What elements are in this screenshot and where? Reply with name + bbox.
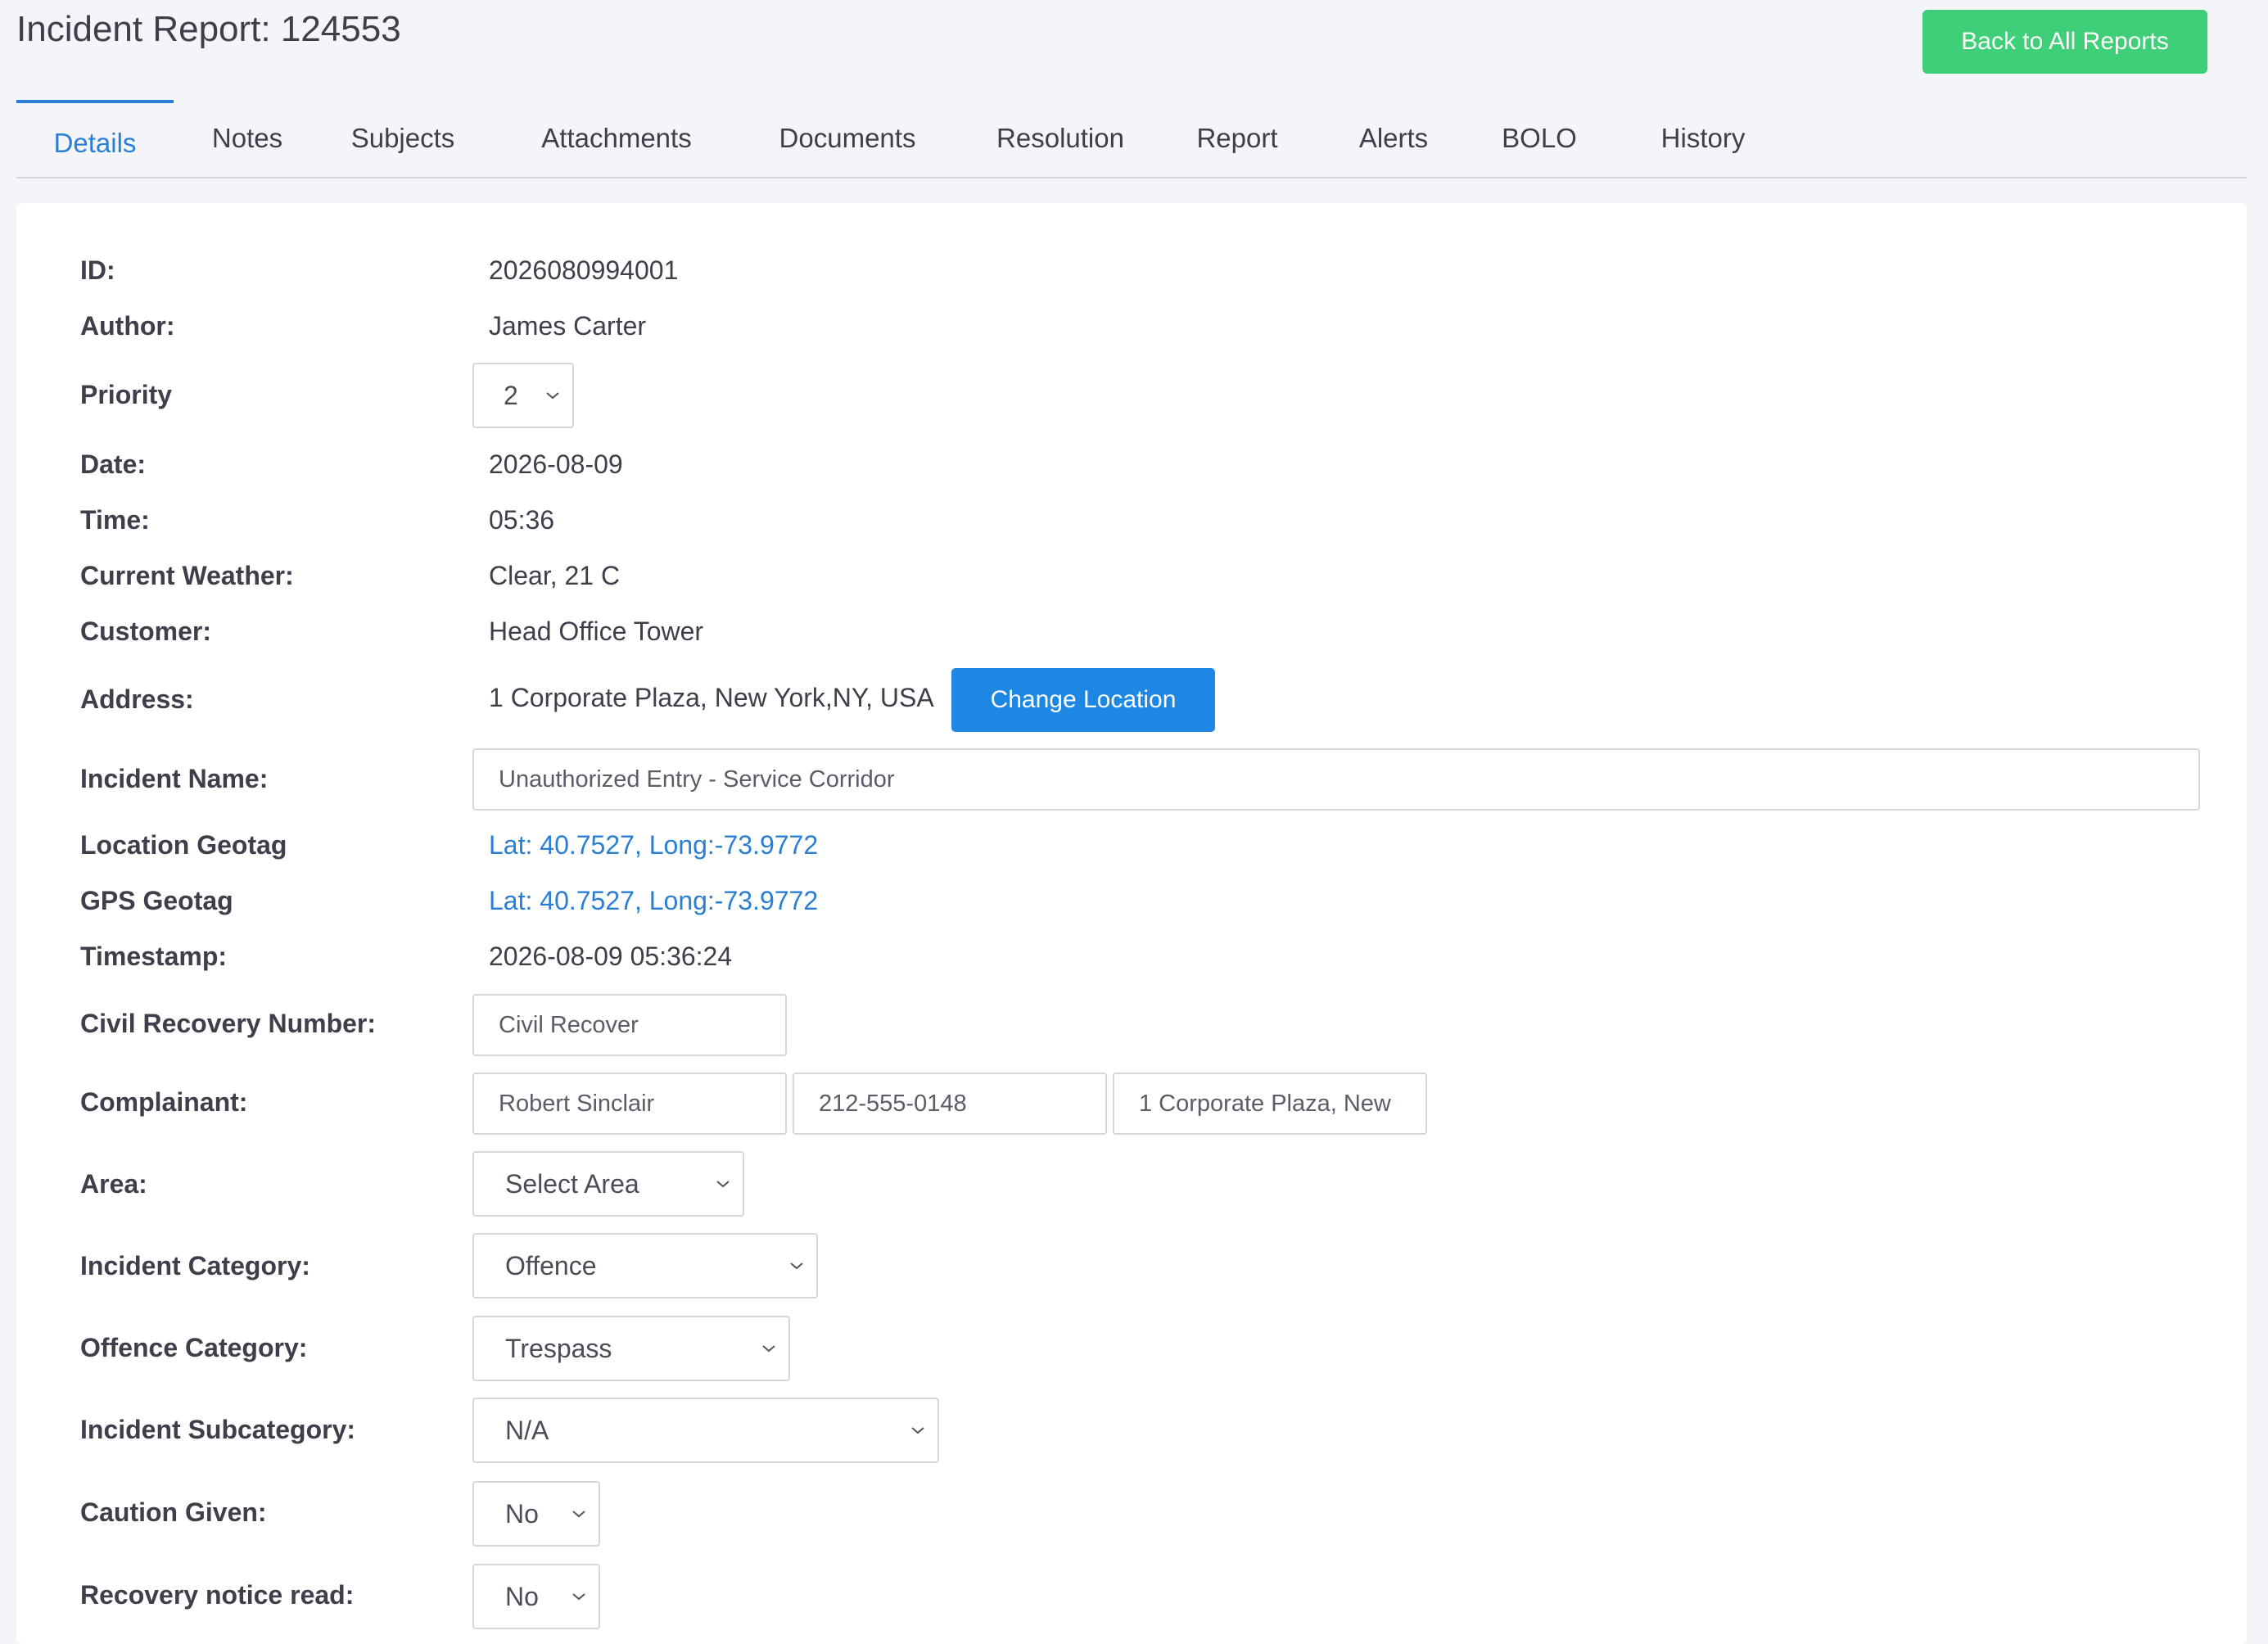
offence-category-select[interactable]: Trespass — [472, 1316, 790, 1381]
time-value: 05:36 — [489, 505, 555, 535]
chevron-down-icon — [910, 1422, 926, 1438]
area-select[interactable]: Select Area — [472, 1151, 744, 1217]
area-label: Area: — [80, 1169, 147, 1199]
complainant-phone-input[interactable]: 212-555-0148 — [793, 1073, 1107, 1135]
chevron-down-icon — [544, 387, 561, 404]
civil-recovery-label: Civil Recovery Number: — [80, 1009, 377, 1038]
incident-subcategory-value: N/A — [505, 1415, 549, 1445]
civil-recovery-input[interactable]: Civil Recover — [472, 994, 787, 1056]
recovery-notice-value: No — [505, 1581, 539, 1611]
incident-name-label: Incident Name: — [80, 764, 269, 793]
caution-given-label: Caution Given: — [80, 1497, 267, 1527]
weather-value: Clear, 21 C — [489, 561, 621, 590]
tab-subjects[interactable]: Subjects — [337, 100, 468, 177]
offence-category-label: Offence Category: — [80, 1333, 308, 1362]
priority-value: 2 — [504, 380, 518, 410]
tab-report[interactable]: Report — [1183, 100, 1291, 177]
incident-subcategory-label: Incident Subcategory: — [80, 1415, 356, 1444]
tab-details[interactable]: Details — [16, 100, 174, 177]
address-value: 1 Corporate Plaza, New York,NY, USA — [489, 683, 934, 712]
date-value: 2026-08-09 — [489, 449, 623, 479]
complainant-name-input[interactable]: Robert Sinclair — [472, 1073, 787, 1135]
id-value: 2026080994001 — [489, 255, 679, 285]
back-to-all-reports-button[interactable]: Back to All Reports — [1922, 10, 2207, 74]
gps-geotag-link[interactable]: Lat: 40.7527, Long:-73.9772 — [489, 884, 818, 917]
tab-bolo[interactable]: BOLO — [1494, 100, 1584, 177]
complainant-label: Complainant: — [80, 1087, 248, 1117]
tab-notes[interactable]: Notes — [190, 100, 305, 177]
tab-resolution[interactable]: Resolution — [987, 100, 1134, 177]
chevron-down-icon — [761, 1340, 777, 1357]
priority-select[interactable]: 2 — [472, 363, 574, 428]
recovery-notice-select[interactable]: No — [472, 1564, 600, 1629]
chevron-down-icon — [571, 1588, 587, 1605]
incident-category-label: Incident Category: — [80, 1251, 310, 1280]
page-title: Incident Report: 124553 — [16, 9, 401, 49]
chevron-down-icon — [715, 1176, 731, 1192]
priority-label: Priority — [80, 380, 173, 409]
customer-label: Customer: — [80, 616, 212, 646]
details-card: ID: 2026080994001 Author: James Carter P… — [16, 203, 2247, 1644]
time-label: Time: — [80, 505, 150, 535]
chevron-down-icon — [571, 1506, 587, 1522]
caution-given-select[interactable]: No — [472, 1481, 600, 1547]
recovery-notice-label: Recovery notice read: — [80, 1580, 355, 1610]
tab-documents[interactable]: Documents — [766, 100, 929, 177]
chevron-down-icon — [788, 1258, 805, 1274]
tab-alerts[interactable]: Alerts — [1348, 100, 1439, 177]
id-label: ID: — [80, 255, 115, 285]
tab-history[interactable]: History — [1642, 100, 1764, 177]
caution-given-value: No — [505, 1498, 539, 1529]
complainant-address-input[interactable]: 1 Corporate Plaza, New — [1113, 1073, 1427, 1135]
author-value: James Carter — [489, 311, 647, 341]
author-label: Author: — [80, 311, 175, 341]
incident-subcategory-select[interactable]: N/A — [472, 1398, 939, 1463]
timestamp-label: Timestamp: — [80, 942, 228, 971]
address-label: Address: — [80, 684, 194, 714]
customer-value: Head Office Tower — [489, 616, 704, 646]
location-geotag-label: Location Geotag — [80, 830, 287, 860]
date-label: Date: — [80, 449, 147, 479]
area-value: Select Area — [505, 1168, 639, 1199]
location-geotag-link[interactable]: Lat: 40.7527, Long:-73.9772 — [489, 829, 818, 861]
timestamp-value: 2026-08-09 05:36:24 — [489, 942, 733, 971]
offence-category-value: Trespass — [505, 1333, 612, 1363]
tab-bar: Details Notes Subjects Attachments Docum… — [16, 100, 2247, 178]
incident-category-select[interactable]: Offence — [472, 1233, 818, 1298]
change-location-button[interactable]: Change Location — [951, 668, 1215, 732]
tab-attachments[interactable]: Attachments — [524, 100, 709, 177]
gps-geotag-label: GPS Geotag — [80, 886, 233, 915]
weather-label: Current Weather: — [80, 561, 294, 590]
incident-category-value: Offence — [505, 1250, 597, 1280]
incident-name-input[interactable]: Unauthorized Entry - Service Corridor — [472, 748, 2200, 811]
